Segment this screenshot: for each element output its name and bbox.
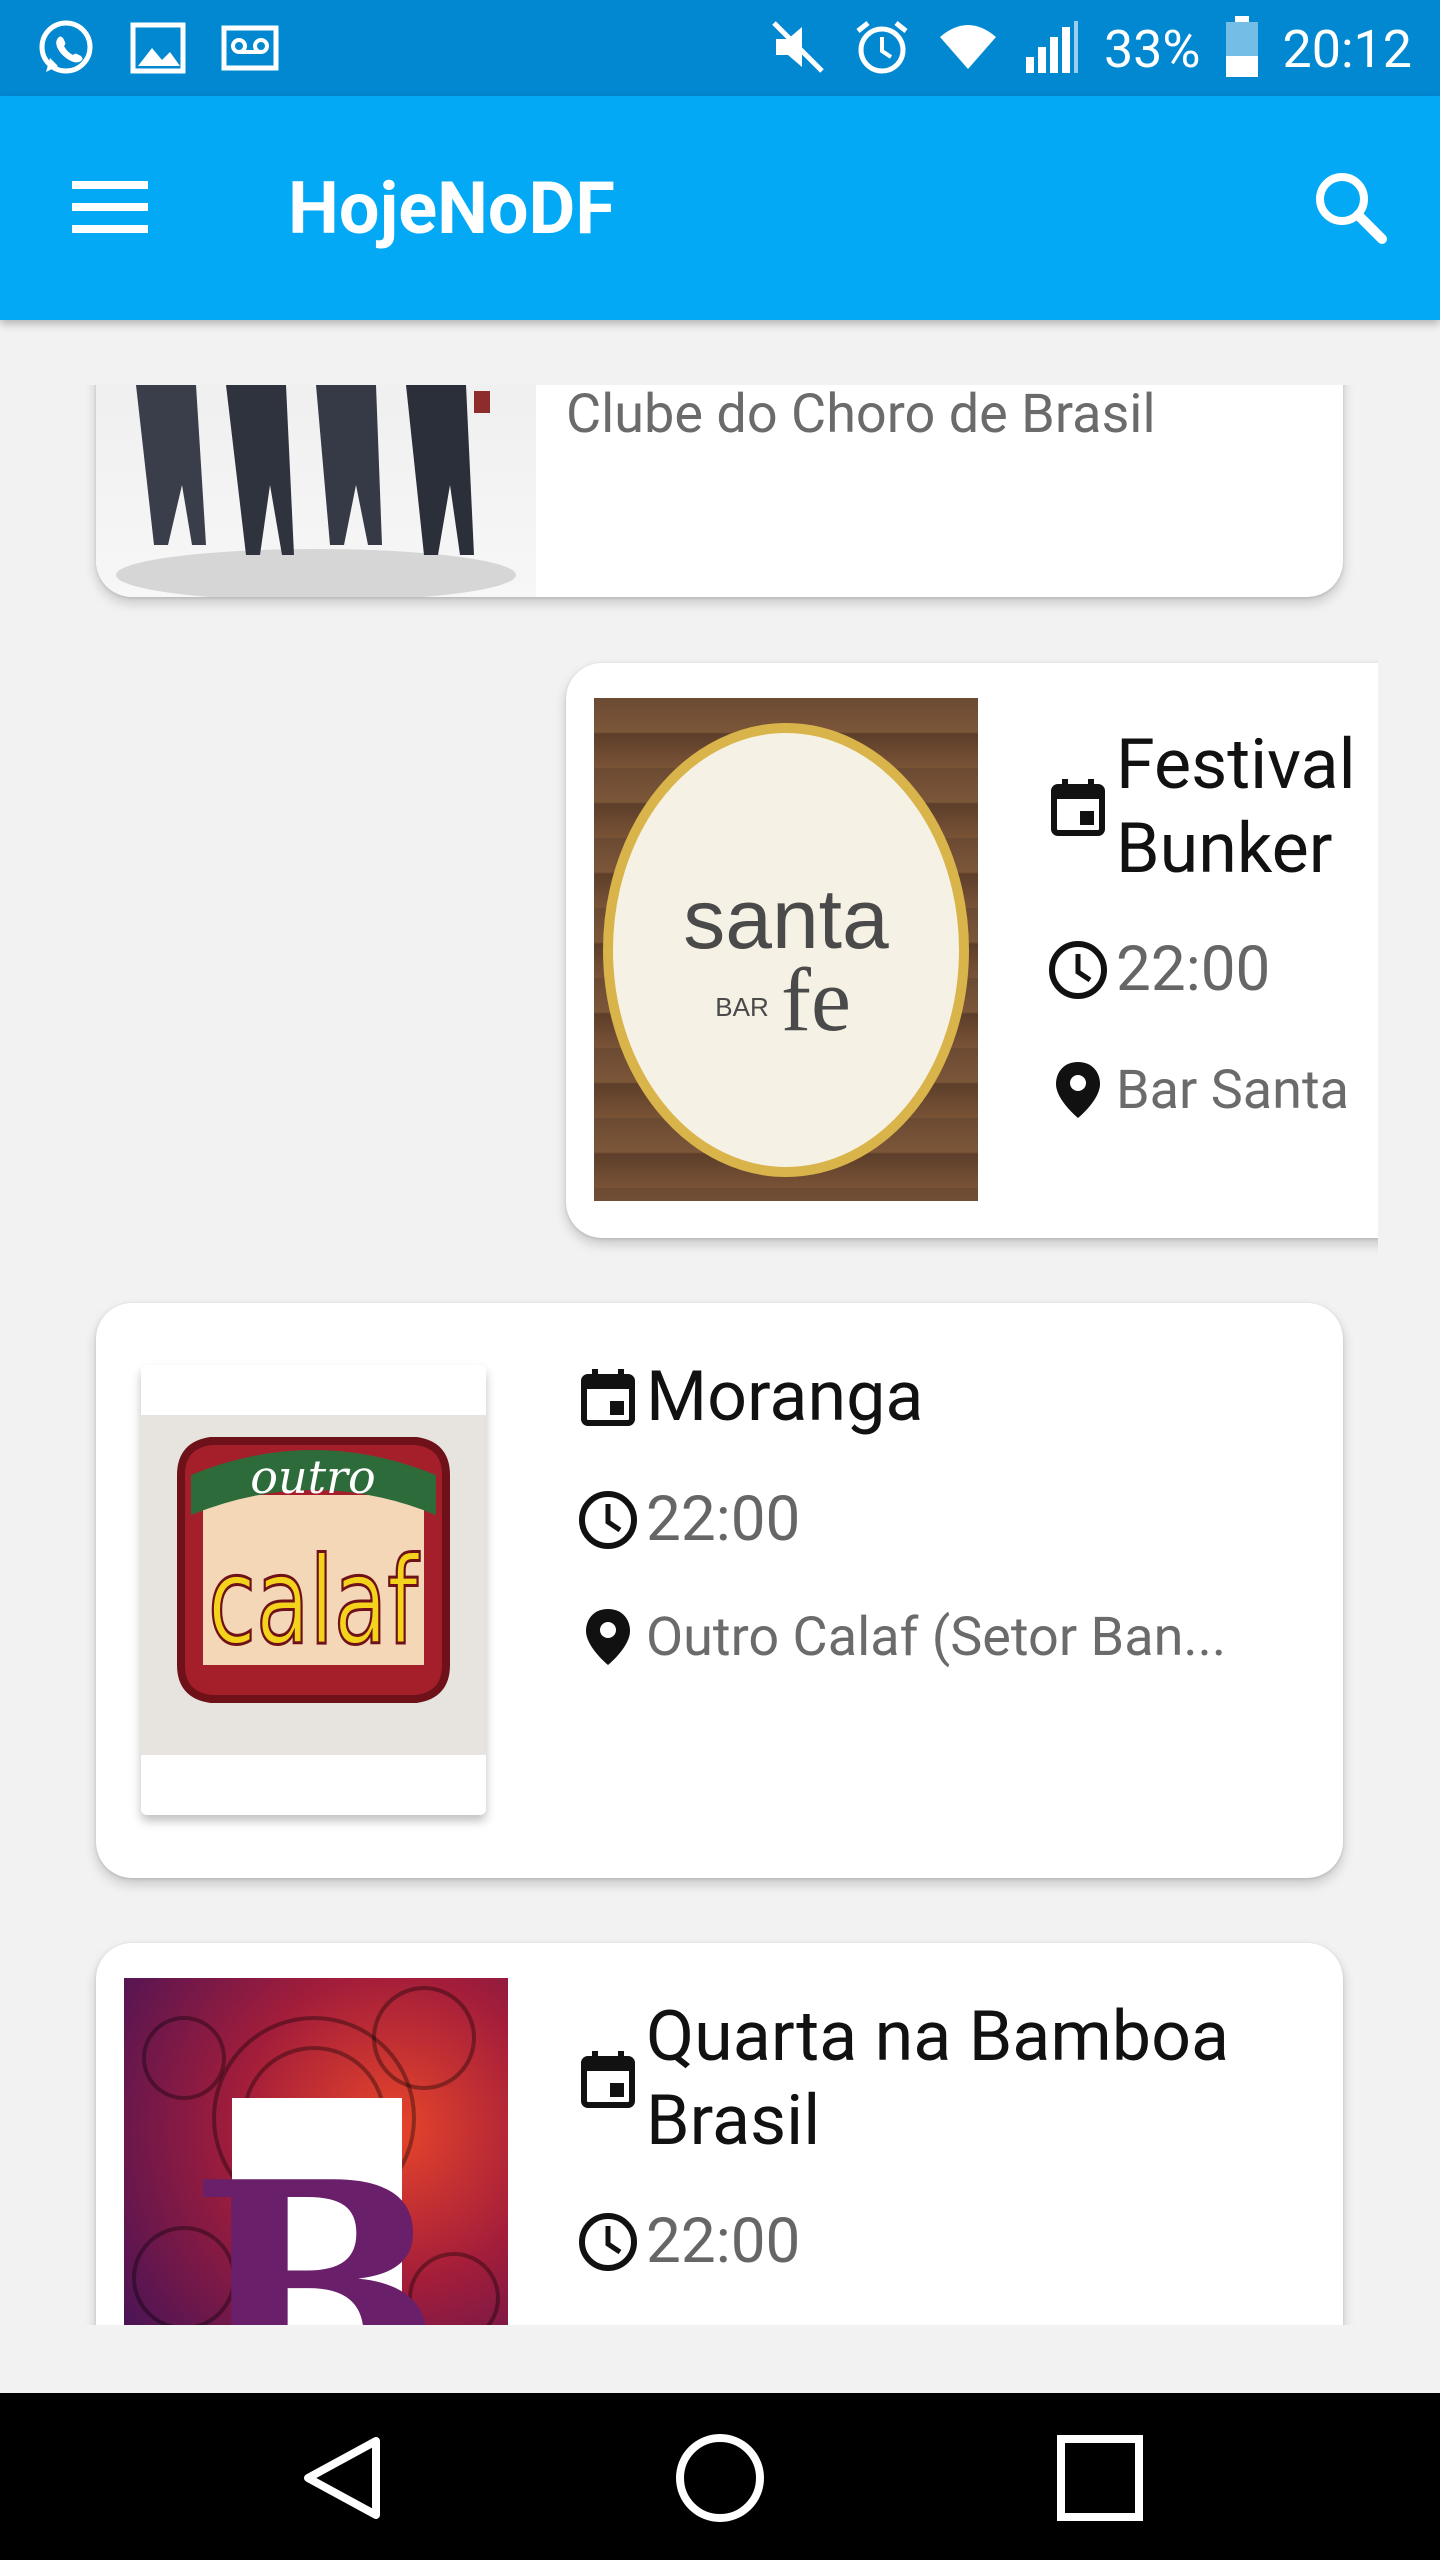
gallery-icon	[128, 20, 188, 76]
clock-icon	[579, 1490, 637, 1549]
clock-time: 20:12	[1282, 18, 1413, 80]
signal-icon	[1024, 19, 1080, 79]
event-title: Moranga	[646, 1356, 924, 1438]
search-icon	[1316, 173, 1387, 244]
event-time: 22:00	[646, 1483, 801, 1556]
location-pin-icon	[586, 1609, 630, 1665]
clock-icon	[579, 2212, 637, 2271]
event-place: Bar Santa	[1116, 1058, 1350, 1122]
event-title: Clube do Choro de Brasil	[566, 385, 1156, 446]
image-text-bar: BAR	[715, 992, 768, 1022]
app-bar: HojeNoDF	[0, 96, 1440, 320]
image-text-outro: outro	[250, 1450, 376, 1504]
event-time: 22:00	[1116, 933, 1271, 1006]
back-icon	[304, 2437, 380, 2519]
nav-bar	[0, 2393, 1440, 2560]
menu-button[interactable]	[60, 162, 160, 252]
home-button[interactable]	[665, 2433, 775, 2523]
calendar-icon	[1051, 779, 1105, 836]
event-card[interactable]: Clube do Choro de Brasil	[96, 385, 1343, 597]
event-place: Outro Calaf (Setor Ban...	[646, 1605, 1227, 1669]
calendar-icon	[581, 2051, 635, 2108]
search-button[interactable]	[1300, 162, 1400, 252]
whatsapp-icon	[36, 20, 96, 76]
event-image	[96, 385, 536, 597]
status-bar: 33% 20:12	[0, 0, 1440, 96]
home-icon	[676, 2434, 764, 2522]
battery-icon	[1225, 16, 1259, 82]
event-image: outro calaf	[141, 1365, 486, 1815]
event-image: B	[124, 1978, 508, 2325]
location-pin-icon	[1056, 1062, 1100, 1118]
recents-button[interactable]	[1045, 2433, 1155, 2523]
wifi-icon	[936, 19, 1000, 79]
calendar-icon	[581, 1369, 635, 1426]
event-image: santa BAR fe	[594, 698, 978, 1201]
clock-icon	[1049, 940, 1107, 999]
image-text-b: B	[189, 2116, 443, 2325]
event-card[interactable]: B Quarta na Bamboa Brasil 22:00	[96, 1943, 1343, 2325]
event-card[interactable]: outro calaf Moranga 22:00 Outro Calaf (S…	[96, 1303, 1343, 1878]
event-title: Festival Bunker	[1116, 724, 1356, 890]
image-text-calaf: calaf	[208, 1533, 420, 1672]
event-card[interactable]: santa BAR fe Festival Bunker 22:00 Bar S…	[566, 663, 1378, 1238]
event-list[interactable]: Clube do Choro de Brasil santa BAR fe Fe…	[0, 385, 1378, 2325]
menu-icon	[72, 181, 148, 233]
app-title: HojeNoDF	[288, 166, 615, 251]
back-button[interactable]	[286, 2433, 396, 2523]
battery-percent: 33%	[1103, 18, 1201, 80]
alarm-icon	[852, 17, 912, 81]
recents-icon	[1057, 2435, 1143, 2521]
voicemail-icon	[220, 20, 280, 76]
event-title: Quarta na Bamboa Brasil	[646, 1996, 1230, 2162]
image-text-fe: fe	[781, 951, 851, 1050]
mute-icon	[768, 17, 828, 81]
event-time: 22:00	[646, 2205, 801, 2278]
